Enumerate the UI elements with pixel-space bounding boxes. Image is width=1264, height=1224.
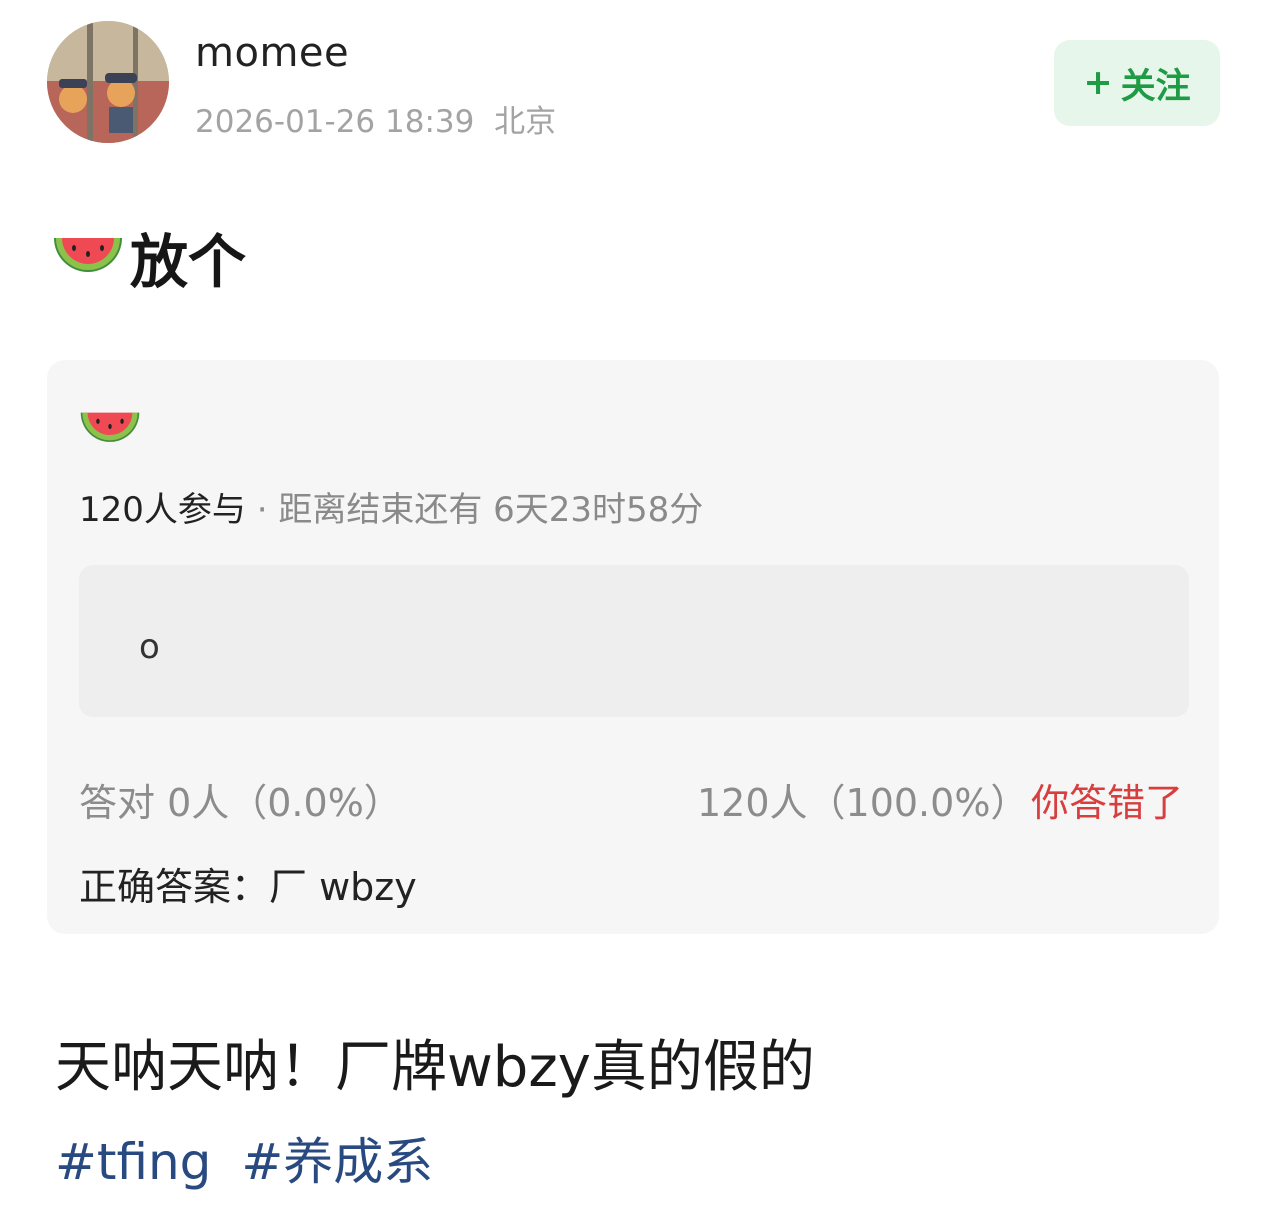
selected-answer: o (139, 627, 160, 667)
wrong-stat: 120人（100.0%） (697, 781, 1029, 825)
answer-box: o (79, 565, 1189, 717)
tag-link[interactable]: #养成系 (241, 1133, 433, 1191)
timestamp: 2026-01-26 18:39 (195, 104, 475, 140)
correct-answer: 正确答案：厂 wbzy (79, 865, 417, 909)
post-title: 放个 (52, 215, 246, 299)
tag-link[interactable]: #tfing (55, 1133, 211, 1191)
quiz-stats: 120人参与 · 距离结束还有 6天23时58分 (79, 482, 703, 531)
quiz-card[interactable]: 120人参与 · 距离结束还有 6天23时58分 o 答对 0人（0.0%） 1… (47, 360, 1219, 934)
avatar[interactable] (47, 21, 169, 143)
username[interactable]: momee (195, 30, 349, 76)
post-body: 天呐天呐！厂牌wbzy真的假的 (55, 1035, 815, 1100)
watermelon-icon (79, 402, 141, 460)
location: 北京 (494, 104, 557, 140)
follow-label: 关注 (1120, 66, 1191, 107)
correct-stat: 答对 0人（0.0%） (79, 781, 402, 825)
wrong-verdict: 你答错了 (1031, 781, 1184, 825)
watermelon-icon (52, 226, 124, 288)
tag-list: #tfing #养成系 (55, 1122, 447, 1194)
post-meta: 2026-01-26 18:39 北京 (195, 96, 556, 141)
separator: · (256, 490, 268, 530)
follow-button[interactable]: + 关注 (1054, 40, 1220, 126)
post-title-text: 放个 (130, 228, 247, 296)
avatar-illustration-icon (47, 21, 169, 143)
plus-icon: + (1083, 63, 1113, 103)
time-remaining: 距离结束还有 6天23时58分 (278, 490, 704, 530)
participant-count: 120人参与 (79, 490, 246, 530)
